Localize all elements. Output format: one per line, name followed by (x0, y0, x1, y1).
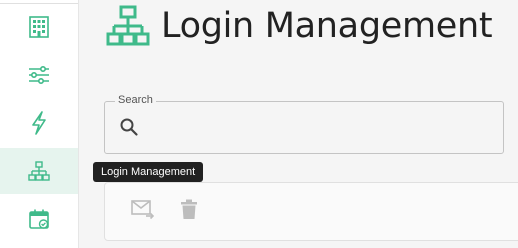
sitemap-icon (28, 161, 50, 181)
search-icon (120, 118, 138, 136)
sidebar-item-calendar[interactable] (0, 196, 78, 242)
sidebar-item-buildings[interactable] (0, 4, 78, 50)
sidebar-item-settings[interactable] (0, 52, 78, 98)
sliders-icon (29, 65, 49, 85)
lightning-icon (32, 111, 46, 135)
page-header: Login Management (106, 4, 493, 48)
sidebar-item-energy[interactable] (0, 100, 78, 146)
search-label: Search (115, 94, 156, 106)
search-field[interactable]: Search (104, 94, 504, 154)
main-content: Login Management Search (79, 0, 518, 248)
page-title: Login Management (161, 6, 493, 46)
sidebar (0, 0, 79, 248)
sidebar-item-login-management[interactable] (0, 148, 78, 194)
email-forward-icon[interactable] (131, 198, 155, 220)
tooltip: Login Management (93, 162, 204, 182)
action-toolbar (104, 182, 518, 241)
calendar-check-icon (29, 209, 49, 229)
search-input[interactable] (149, 114, 493, 142)
sitemap-icon (106, 5, 150, 46)
building-icon (29, 16, 49, 38)
delete-icon[interactable] (180, 199, 198, 220)
